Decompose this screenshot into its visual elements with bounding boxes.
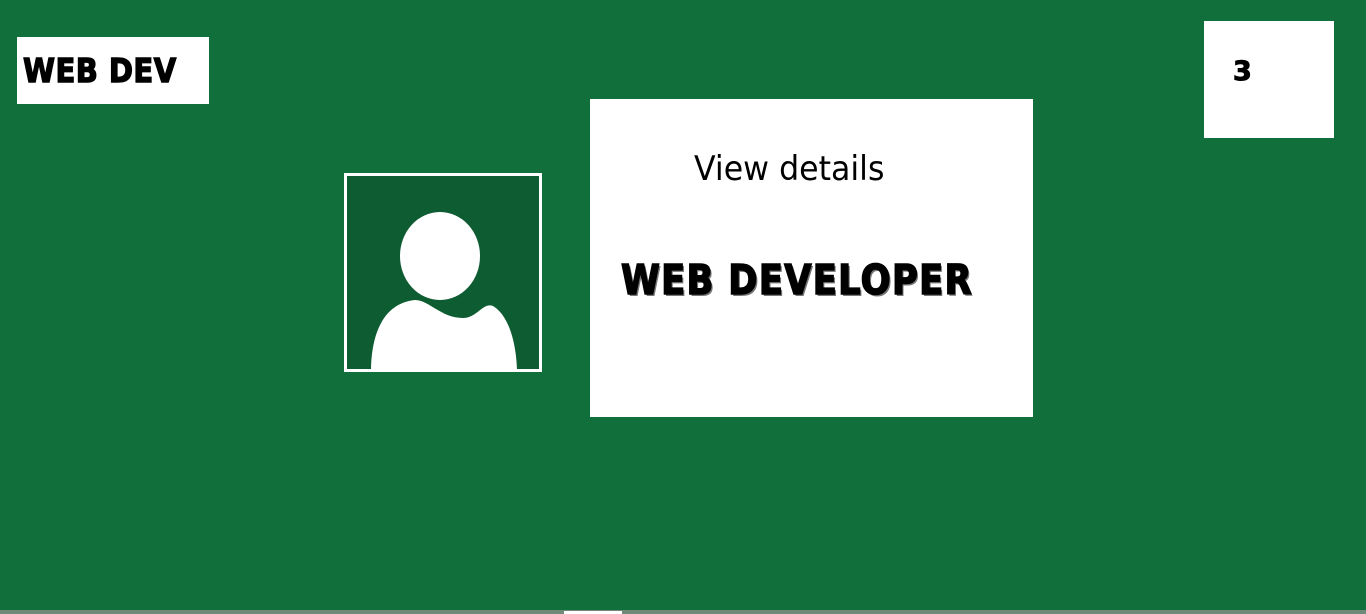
count-box: 3 [1204,21,1334,138]
role-title: WEB DEVELOPER [620,255,973,305]
role-card[interactable]: View details WEB DEVELOPER [590,99,1033,417]
count-value: 3 [1233,56,1253,88]
view-details-link[interactable]: View details [694,149,884,189]
bottom-edge [0,610,1366,614]
logo-box: WEB DEV [17,37,209,104]
avatar [344,173,542,372]
default-user-icon [371,212,517,369]
avatar-body [371,300,517,369]
logo-text: WEB DEV [22,50,177,90]
avatar-head [400,212,480,300]
